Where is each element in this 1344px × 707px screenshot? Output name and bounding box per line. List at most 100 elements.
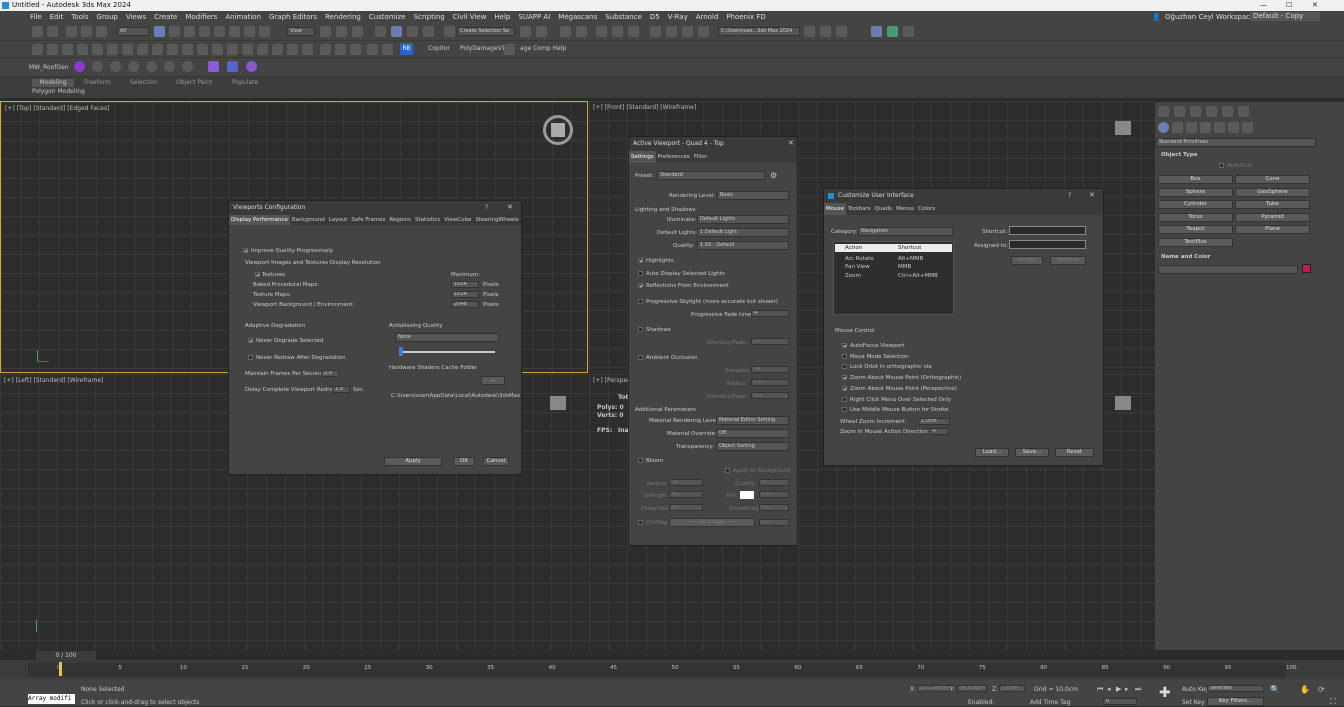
preset-select[interactable]: Standard <box>657 171 765 180</box>
tool-icon-2[interactable] <box>47 44 58 55</box>
lock-icon[interactable] <box>335 44 346 55</box>
vpc-tab-steering[interactable]: SteeringWheels <box>473 215 520 225</box>
vpc-tab-statistics[interactable]: Statistics <box>413 215 442 225</box>
apply-bg-checkbox[interactable] <box>725 468 730 473</box>
viewport-bg-field[interactable]: 2048 <box>451 301 479 308</box>
col-action[interactable]: Action <box>845 245 862 251</box>
utilities-panel-icon[interactable] <box>1238 106 1249 117</box>
row-zoom[interactable]: Zoom <box>845 273 861 279</box>
aa-slider[interactable] <box>399 351 495 353</box>
layer-explorer-icon[interactable] <box>576 26 587 37</box>
mat-override-select[interactable]: Off <box>716 429 789 438</box>
vpc-close-button[interactable]: ✕ <box>507 203 513 211</box>
modify-panel-icon[interactable] <box>1174 106 1185 117</box>
object-name-field[interactable] <box>1158 265 1298 274</box>
samples-field[interactable]: 64 <box>751 366 789 373</box>
dirtmap-field[interactable]: 1,0 <box>759 519 789 526</box>
round-icon-1[interactable] <box>92 61 103 72</box>
viewcube-left-icon[interactable] <box>550 396 566 410</box>
gear-purple-icon[interactable] <box>246 61 257 72</box>
menu-scripting[interactable]: Scripting <box>414 11 445 23</box>
cylinder-button[interactable]: Cylinder <box>1158 200 1233 209</box>
object-color-swatch[interactable] <box>1302 264 1311 273</box>
auto-display-checkbox[interactable] <box>638 271 643 276</box>
cancel-button[interactable]: Cancel <box>483 457 509 466</box>
rb-button[interactable]: RB <box>400 43 413 55</box>
cui-tab-mouse[interactable]: Mouse <box>824 203 846 215</box>
cui-help-button[interactable]: ? <box>1068 192 1071 199</box>
magnet-icon[interactable] <box>287 44 298 55</box>
edit-named-selection-icon[interactable] <box>444 26 455 37</box>
open-project-icon[interactable] <box>820 26 831 37</box>
vpc-tab-viewcube[interactable]: ViewCube <box>442 215 473 225</box>
purple-script-icon[interactable] <box>208 61 219 72</box>
play-icon[interactable]: ▶ <box>1116 685 1121 693</box>
minimize-button[interactable]: — <box>1260 0 1267 11</box>
box-icon[interactable] <box>242 44 253 55</box>
reset-button[interactable]: Reset <box>1055 448 1094 457</box>
cui-tab-colors[interactable]: Colors <box>916 203 937 215</box>
name-color-label[interactable]: Name and Color <box>1161 254 1210 260</box>
user-icon[interactable]: 👤 <box>1152 11 1161 23</box>
set-project-icon[interactable] <box>836 26 847 37</box>
vpc-help-button[interactable]: ? <box>485 204 488 211</box>
never-degrade-checkbox[interactable] <box>248 338 253 343</box>
viewcube-persp-icon[interactable] <box>1115 396 1131 410</box>
ribbon-toggle-icon[interactable] <box>596 26 607 37</box>
mesh-icon[interactable] <box>350 44 361 55</box>
load-button[interactable]: Load... <box>975 448 1009 457</box>
settings-icon[interactable] <box>182 44 193 55</box>
av-tab-settings[interactable]: Settings <box>629 151 656 163</box>
light-bulb-icon[interactable] <box>62 44 73 55</box>
add-time-tag[interactable]: Add Time Tag <box>1030 699 1070 706</box>
sun-icon[interactable] <box>77 44 88 55</box>
geometry-icon[interactable] <box>1158 122 1169 133</box>
dome-icon[interactable] <box>197 44 208 55</box>
space-warps-icon[interactable] <box>1228 122 1239 133</box>
quality-select[interactable]: 1.0X - Default <box>697 241 789 250</box>
auto-key-button[interactable]: Auto Key <box>1182 686 1209 693</box>
bloom-threshold-field[interactable]: 0,2 <box>669 504 703 511</box>
camera-icon[interactable] <box>92 44 103 55</box>
vpc-tab-safe[interactable]: Safe Frames <box>349 215 387 225</box>
goto-end-icon[interactable]: ⏭ <box>1135 685 1141 694</box>
vpc-tab-background[interactable]: Background <box>290 215 327 225</box>
textplus-button[interactable]: TextPlus <box>1158 238 1233 247</box>
apply-button[interactable]: Apply <box>384 457 442 466</box>
aa-slider-handle[interactable] <box>399 347 403 356</box>
av-close-button[interactable]: ✕ <box>788 139 794 147</box>
cameras-icon[interactable] <box>1200 122 1211 133</box>
bloom-quality-field[interactable]: 4 <box>759 479 789 486</box>
hex-icon[interactable] <box>367 44 378 55</box>
bloom-tint-field[interactable]: 1,0 <box>759 491 789 498</box>
y-coord[interactable]: 96,836cm <box>957 685 987 692</box>
ribbon-tab-object-paint[interactable]: Object Paint <box>176 79 212 87</box>
unlink-icon[interactable] <box>81 26 92 37</box>
tool-icon-1[interactable] <box>32 44 43 55</box>
cui-close-button[interactable]: ✕ <box>1089 191 1095 199</box>
menu-edit[interactable]: Edit <box>50 11 64 23</box>
ok-button[interactable]: OK <box>453 457 475 466</box>
display-panel-icon[interactable] <box>1222 106 1233 117</box>
bloom-checkbox[interactable] <box>638 458 643 463</box>
cui-tab-toolbars[interactable]: Toolbars <box>846 203 873 215</box>
wheel-zoom-field[interactable]: 1,0cm <box>918 418 950 425</box>
box-button[interactable]: Box <box>1158 175 1233 184</box>
poly-damage-button[interactable]: PolyDamageV1 <box>460 45 506 52</box>
shortcut-field[interactable] <box>1009 226 1086 235</box>
render-icon[interactable] <box>167 44 178 55</box>
menu-modifiers[interactable]: Modifiers <box>185 11 217 23</box>
object-type-label[interactable]: Object Type <box>1161 152 1197 158</box>
viewport-top-label[interactable]: [+] [Top] [Standard] [Edged Faces] <box>5 105 109 112</box>
autogrid-checkbox[interactable] <box>1219 163 1224 168</box>
mat-level-select[interactable]: Material Editor Setting <box>716 416 789 425</box>
rect-selection-icon[interactable] <box>184 26 195 37</box>
delay-field[interactable]: 1,0 <box>332 386 350 393</box>
workspace-select[interactable]: Default - Copy <box>1250 12 1320 21</box>
bind-space-warp-icon[interactable] <box>96 26 107 37</box>
selection-filter[interactable]: All <box>117 27 149 36</box>
select-move-icon[interactable] <box>214 26 225 37</box>
render-setup-icon[interactable] <box>666 26 677 37</box>
lights-icon[interactable] <box>1186 122 1197 133</box>
textures-checkbox[interactable] <box>255 272 260 277</box>
